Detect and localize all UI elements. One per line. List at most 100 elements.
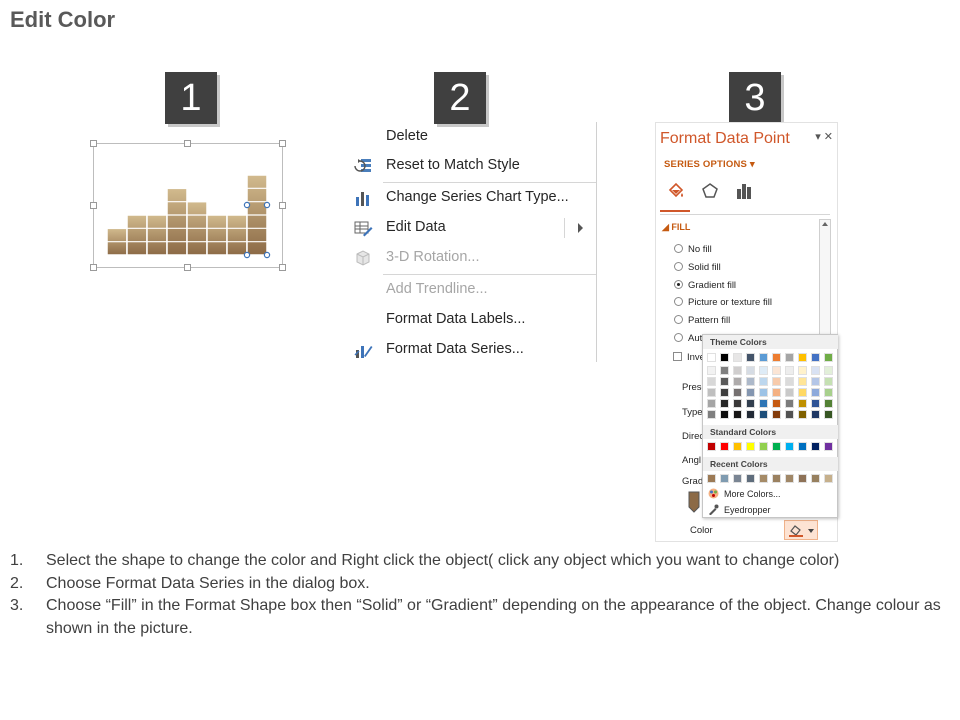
theme-shade-swatch[interactable] bbox=[798, 377, 807, 386]
standard-color-swatch[interactable] bbox=[824, 442, 833, 451]
chart-bar[interactable] bbox=[246, 174, 268, 256]
pane-close-button[interactable]: ▾ ✕ bbox=[815, 130, 833, 143]
theme-color-swatch[interactable] bbox=[798, 353, 807, 362]
theme-shade-swatch[interactable] bbox=[824, 388, 833, 397]
theme-shade-swatch[interactable] bbox=[707, 377, 716, 386]
theme-shade-swatch[interactable] bbox=[785, 366, 794, 375]
theme-shade-swatch[interactable] bbox=[772, 410, 781, 419]
theme-shade-swatch[interactable] bbox=[759, 377, 768, 386]
bar-selection-handle[interactable] bbox=[243, 251, 251, 259]
theme-shade-swatch[interactable] bbox=[811, 399, 820, 408]
theme-shade-swatch[interactable] bbox=[733, 377, 742, 386]
standard-color-swatch[interactable] bbox=[720, 442, 729, 451]
bar-chart[interactable] bbox=[93, 143, 283, 268]
recent-color-swatch[interactable] bbox=[733, 474, 742, 483]
effects-icon[interactable] bbox=[700, 181, 720, 201]
recent-color-swatch[interactable] bbox=[707, 474, 716, 483]
recent-color-swatch[interactable] bbox=[772, 474, 781, 483]
chart-bar[interactable] bbox=[146, 214, 168, 256]
more-colors-link[interactable]: More Colors... bbox=[708, 488, 781, 499]
theme-shade-swatch[interactable] bbox=[772, 366, 781, 375]
theme-shade-swatch[interactable] bbox=[733, 410, 742, 419]
theme-shade-swatch[interactable] bbox=[759, 388, 768, 397]
menu-item-delete[interactable]: Delete bbox=[345, 124, 595, 150]
theme-shade-swatch[interactable] bbox=[720, 377, 729, 386]
radio-no-fill[interactable]: No fill bbox=[674, 244, 712, 255]
bar-selection-handle[interactable] bbox=[263, 201, 271, 209]
theme-shade-swatch[interactable] bbox=[707, 399, 716, 408]
theme-shade-swatch[interactable] bbox=[746, 399, 755, 408]
checkbox[interactable] bbox=[673, 352, 682, 361]
theme-shade-swatch[interactable] bbox=[785, 399, 794, 408]
theme-shade-swatch[interactable] bbox=[746, 377, 755, 386]
chart-bar[interactable] bbox=[206, 214, 228, 256]
theme-shade-swatch[interactable] bbox=[785, 388, 794, 397]
recent-color-swatch[interactable] bbox=[785, 474, 794, 483]
chart-bar[interactable] bbox=[126, 214, 148, 256]
theme-color-swatch[interactable] bbox=[733, 353, 742, 362]
menu-item-reset-to-match-style[interactable]: Reset to Match Style bbox=[345, 153, 595, 179]
recent-color-swatch[interactable] bbox=[759, 474, 768, 483]
standard-color-swatch[interactable] bbox=[759, 442, 768, 451]
bar-selection-handle[interactable] bbox=[263, 251, 271, 259]
theme-shade-swatch[interactable] bbox=[707, 410, 716, 419]
menu-item-edit-data[interactable]: Edit Data bbox=[345, 215, 595, 241]
theme-shade-swatch[interactable] bbox=[798, 410, 807, 419]
theme-shade-swatch[interactable] bbox=[785, 410, 794, 419]
radio-button[interactable] bbox=[674, 262, 683, 271]
menu-item-change-series-chart-type[interactable]: Change Series Chart Type... bbox=[345, 185, 595, 211]
standard-color-swatch[interactable] bbox=[772, 442, 781, 451]
theme-shade-swatch[interactable] bbox=[772, 399, 781, 408]
theme-shade-swatch[interactable] bbox=[811, 377, 820, 386]
series-options-icon[interactable] bbox=[734, 181, 754, 201]
radio-button[interactable] bbox=[674, 297, 683, 306]
radio-picture-texture-fill[interactable]: Picture or texture fill bbox=[674, 297, 772, 308]
theme-shade-swatch[interactable] bbox=[811, 366, 820, 375]
standard-color-swatch[interactable] bbox=[707, 442, 716, 451]
theme-shade-swatch[interactable] bbox=[720, 410, 729, 419]
menu-item-format-data-series[interactable]: Format Data Series... bbox=[345, 337, 595, 363]
theme-shade-swatch[interactable] bbox=[824, 399, 833, 408]
theme-shade-swatch[interactable] bbox=[798, 399, 807, 408]
checkbox-invert[interactable]: Inve bbox=[673, 352, 705, 363]
recent-color-swatch[interactable] bbox=[746, 474, 755, 483]
radio-pattern-fill[interactable]: Pattern fill bbox=[674, 315, 730, 326]
chart-bar[interactable] bbox=[106, 227, 128, 256]
radio-button[interactable] bbox=[674, 315, 683, 324]
theme-color-swatch[interactable] bbox=[720, 353, 729, 362]
radio-button-selected[interactable] bbox=[674, 280, 683, 289]
theme-color-swatch[interactable] bbox=[759, 353, 768, 362]
theme-shade-swatch[interactable] bbox=[798, 388, 807, 397]
recent-color-swatch[interactable] bbox=[811, 474, 820, 483]
eyedropper-link[interactable]: Eyedropper bbox=[708, 504, 771, 516]
theme-shade-swatch[interactable] bbox=[720, 399, 729, 408]
theme-shade-swatch[interactable] bbox=[824, 377, 833, 386]
theme-shade-swatch[interactable] bbox=[824, 410, 833, 419]
standard-color-swatch[interactable] bbox=[785, 442, 794, 451]
standard-color-swatch[interactable] bbox=[746, 442, 755, 451]
radio-button[interactable] bbox=[674, 244, 683, 253]
series-options-dropdown[interactable]: SERIES OPTIONS ▾ bbox=[664, 159, 755, 170]
chart-bar[interactable] bbox=[226, 214, 248, 256]
chart-bar[interactable] bbox=[166, 187, 188, 256]
theme-shade-swatch[interactable] bbox=[707, 366, 716, 375]
theme-color-swatch[interactable] bbox=[707, 353, 716, 362]
gradient-stop-marker[interactable] bbox=[688, 491, 700, 513]
theme-shade-swatch[interactable] bbox=[746, 410, 755, 419]
theme-color-swatch[interactable] bbox=[746, 353, 755, 362]
theme-shade-swatch[interactable] bbox=[759, 410, 768, 419]
radio-automatic[interactable]: Aut bbox=[674, 333, 702, 344]
theme-color-swatch[interactable] bbox=[785, 353, 794, 362]
theme-shade-swatch[interactable] bbox=[759, 366, 768, 375]
recent-color-swatch[interactable] bbox=[798, 474, 807, 483]
menu-item-3d-rotation[interactable]: 3-D Rotation... bbox=[345, 245, 595, 271]
theme-shade-swatch[interactable] bbox=[811, 410, 820, 419]
recent-color-swatch[interactable] bbox=[720, 474, 729, 483]
theme-shade-swatch[interactable] bbox=[746, 388, 755, 397]
radio-solid-fill[interactable]: Solid fill bbox=[674, 262, 721, 273]
radio-gradient-fill[interactable]: Gradient fill bbox=[674, 280, 736, 291]
theme-shade-swatch[interactable] bbox=[811, 388, 820, 397]
theme-color-swatch[interactable] bbox=[772, 353, 781, 362]
theme-shade-swatch[interactable] bbox=[733, 388, 742, 397]
theme-shade-swatch[interactable] bbox=[772, 388, 781, 397]
